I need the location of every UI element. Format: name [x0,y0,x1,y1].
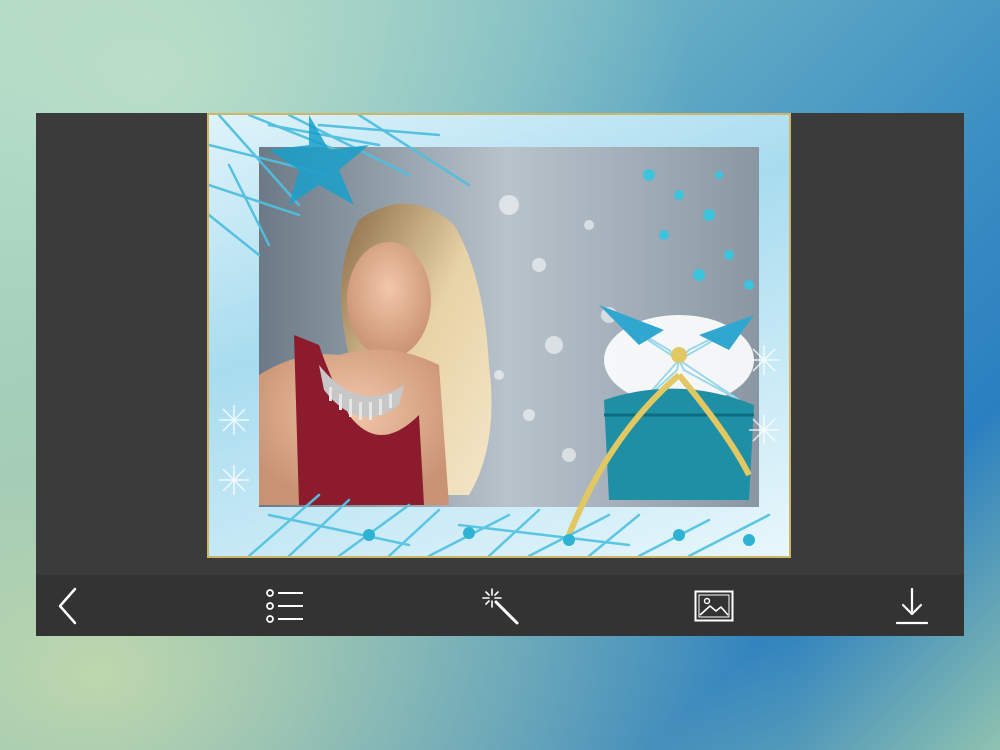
list-icon [266,589,303,623]
framed-photo[interactable] [207,113,791,558]
magic-wand-icon [482,588,519,625]
bottom-toolbar [36,575,964,636]
chevron-left-icon [58,587,77,625]
gallery-button[interactable] [690,583,738,629]
download-button[interactable] [888,583,936,629]
editor-panel [36,113,964,636]
frames-list-button[interactable] [261,583,309,629]
image-icon [694,590,734,622]
photo-canvas [36,113,964,575]
effects-button[interactable] [476,583,524,629]
back-button[interactable] [44,583,92,629]
download-icon [895,587,929,625]
winter-frame-artwork [209,115,779,556]
